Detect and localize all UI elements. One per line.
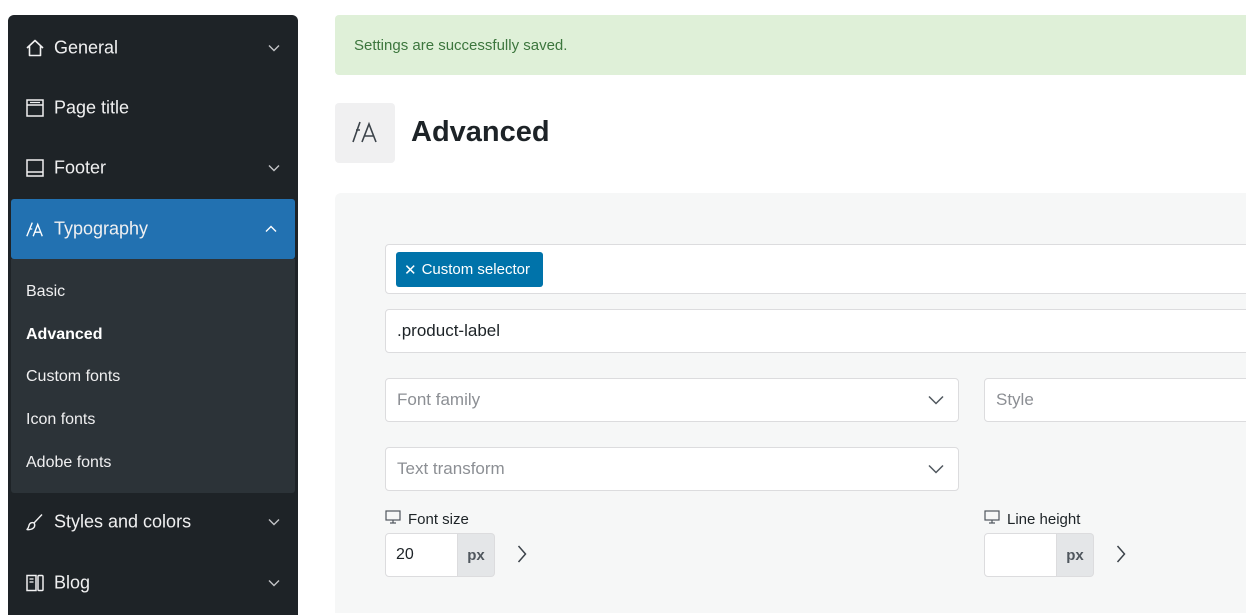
chevron-right-icon[interactable] bbox=[513, 542, 531, 566]
tag-label: Custom selector bbox=[421, 261, 530, 278]
line-height-unit[interactable]: px bbox=[1057, 533, 1094, 577]
sidebar-item-label: Blog bbox=[54, 572, 91, 593]
typography-submenu: Basic Advanced Custom fonts Icon fonts A… bbox=[11, 259, 295, 493]
submenu-item-adobe-fonts[interactable]: Adobe fonts bbox=[26, 454, 111, 472]
sidebar: General Page title Footer Typography Bas… bbox=[8, 15, 298, 615]
footer-icon bbox=[25, 158, 45, 178]
select-placeholder: Style bbox=[996, 390, 1034, 409]
selector-input[interactable]: .product-label bbox=[385, 309, 1246, 353]
font-size-unit[interactable]: px bbox=[458, 533, 495, 577]
line-height-label: Line height bbox=[984, 510, 1080, 528]
notice-text: Settings are successfully saved. bbox=[354, 37, 568, 54]
style-select[interactable]: Style bbox=[984, 378, 1246, 422]
line-height-input[interactable] bbox=[984, 533, 1057, 577]
home-icon bbox=[25, 38, 45, 58]
page-icon-box bbox=[335, 103, 395, 163]
submenu-item-basic[interactable]: Basic bbox=[26, 283, 65, 301]
field-label-text: Line height bbox=[1007, 510, 1081, 528]
chevron-down-icon bbox=[268, 577, 280, 589]
typography-icon bbox=[350, 117, 380, 150]
chevron-down-icon bbox=[268, 516, 280, 528]
success-notice: Settings are successfully saved. bbox=[335, 15, 1246, 75]
chevron-down-icon bbox=[928, 394, 946, 406]
submenu-item-advanced[interactable]: Advanced bbox=[26, 326, 102, 344]
sidebar-item-footer[interactable]: Footer bbox=[8, 138, 298, 198]
sidebar-item-label: Styles and colors bbox=[54, 511, 192, 532]
chevron-up-icon bbox=[265, 223, 277, 235]
sidebar-item-label: Typography bbox=[54, 218, 149, 239]
blog-icon bbox=[25, 573, 45, 593]
chevron-down-icon bbox=[268, 162, 280, 174]
sidebar-item-label: Footer bbox=[54, 157, 107, 178]
page-title: Advanced bbox=[411, 116, 550, 148]
chevron-right-icon[interactable] bbox=[1112, 542, 1130, 566]
chevron-down-icon bbox=[268, 42, 280, 54]
close-icon[interactable]: ✕ bbox=[404, 261, 417, 279]
sidebar-item-general[interactable]: General bbox=[8, 18, 298, 78]
font-size-input[interactable]: 20 bbox=[385, 533, 458, 577]
select-placeholder: Text transform bbox=[397, 459, 505, 478]
sidebar-item-label: General bbox=[54, 37, 119, 58]
page-title-icon bbox=[25, 98, 45, 118]
chevron-down-icon bbox=[928, 463, 946, 475]
sidebar-item-page-title[interactable]: Page title bbox=[8, 78, 298, 138]
sidebar-item-styles-and-colors[interactable]: Styles and colors bbox=[8, 492, 298, 552]
custom-selector-tag[interactable]: ✕ Custom selector bbox=[396, 252, 543, 287]
submenu-item-icon-fonts[interactable]: Icon fonts bbox=[26, 411, 95, 429]
submenu-item-custom-fonts[interactable]: Custom fonts bbox=[26, 368, 120, 386]
text-transform-select[interactable]: Text transform bbox=[385, 447, 959, 491]
sidebar-item-blog[interactable]: Blog bbox=[8, 553, 298, 613]
select-placeholder: Font family bbox=[397, 390, 481, 409]
desktop-icon[interactable] bbox=[984, 510, 1000, 528]
font-family-select[interactable]: Font family bbox=[385, 378, 959, 422]
font-size-label: Font size bbox=[385, 510, 469, 528]
sidebar-item-typography[interactable]: Typography bbox=[11, 199, 295, 259]
field-label-text: Font size bbox=[408, 510, 469, 528]
desktop-icon[interactable] bbox=[385, 510, 401, 528]
brush-icon bbox=[25, 512, 45, 532]
typography-icon bbox=[25, 219, 45, 239]
sidebar-item-label: Page title bbox=[54, 97, 130, 118]
